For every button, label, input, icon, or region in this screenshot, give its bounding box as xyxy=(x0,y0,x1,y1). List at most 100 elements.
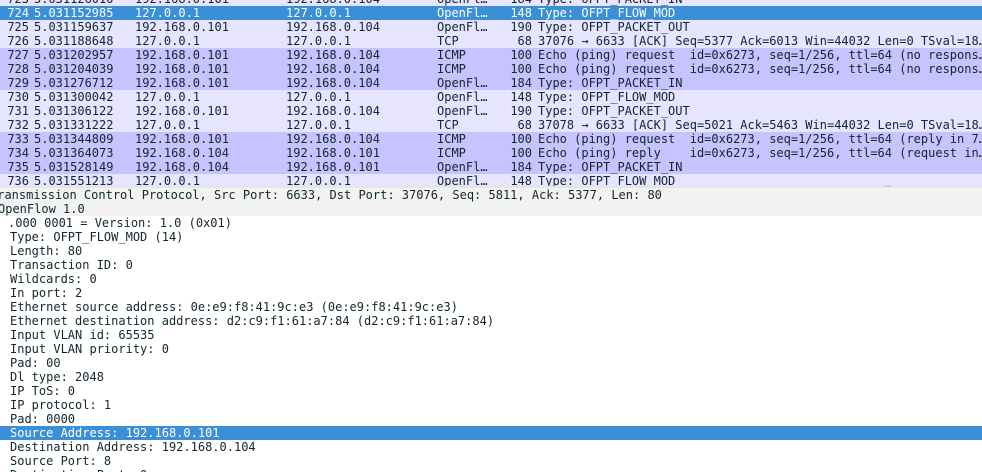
packet-row[interactable]: 728 5.031204039 192.168.0.101 192.168.0.104… xyxy=(0,62,982,76)
packet-row[interactable]: 732 5.031331222 127.0.0.1 127.0.0.1 TCP 68 370… xyxy=(0,118,982,132)
packet-number: 730 xyxy=(7,90,29,104)
packet-protocol: OpenFl… xyxy=(437,6,487,20)
packet-time: 5.031306122 xyxy=(34,104,114,118)
packet-row[interactable]: 731 5.031306122 192.168.0.101 192.168.0.104… xyxy=(0,104,982,118)
packet-protocol: OpenFl… xyxy=(437,174,487,186)
detail-field[interactable]: Ethernet source address: 0e:e9:f8:41:9c:… xyxy=(10,300,980,314)
packet-destination: 192.168.0.104 xyxy=(286,62,380,76)
packet-source: 127.0.0.1 xyxy=(135,6,201,20)
packet-destination: 192.168.0.101 xyxy=(286,146,380,160)
packet-length: 100 xyxy=(510,48,532,62)
packet-length: 148 xyxy=(510,90,532,104)
packet-row[interactable]: 733 5.031344809 192.168.0.101 192.168.0.104… xyxy=(0,132,982,146)
packet-info: Type: OFPT_PACKET_OUT xyxy=(538,20,690,34)
packet-time: 5.031188648 xyxy=(34,34,114,48)
packet-info: Type: OFPT_PACKET_OUT xyxy=(538,104,690,118)
detail-field[interactable]: Length: 80 xyxy=(10,244,980,258)
packet-protocol: OpenFl… xyxy=(437,76,487,90)
detail-field[interactable]: IP ToS: 0 xyxy=(10,384,980,398)
packet-list[interactable]: 7235.031126010192.168.0.101192.168.0.104… xyxy=(0,0,982,186)
packet-row-selected[interactable]: 724 5.031152985 127.0.0.1 127.0.0.1 OpenFl… 1… xyxy=(0,6,982,20)
packet-source: 192.168.0.101 xyxy=(135,104,229,118)
detail-field[interactable]: Ethernet destination address: d2:c9:f1:6… xyxy=(10,314,980,328)
packet-length: 68 xyxy=(517,34,532,48)
detail-field-selected[interactable]: Source Address: 192.168.0.101 xyxy=(0,426,982,440)
detail-field[interactable]: In port: 2 xyxy=(10,286,980,300)
packet-length: 100 xyxy=(510,132,532,146)
packet-destination: 192.168.0.104 xyxy=(286,76,380,90)
packet-number: 727 xyxy=(7,48,29,62)
detail-field[interactable]: Pad: 00 xyxy=(10,356,980,370)
packet-info: Echo (ping) request id=0x6273, seq=1/256… xyxy=(538,48,982,62)
packet-info: Echo (ping) request id=0x6273, seq=1/256… xyxy=(538,62,982,76)
packet-time: 5.031204039 xyxy=(34,62,114,76)
packet-row[interactable]: 730 5.031300042 127.0.0.1 127.0.0.1 OpenFl… 1… xyxy=(0,90,982,104)
packet-destination: 192.168.0.104 xyxy=(286,132,380,146)
packet-info: Type: OFPT_PACKET_IN xyxy=(538,76,683,90)
openflow-header-row[interactable]: OpenFlow 1.0 xyxy=(0,202,982,216)
packet-time: 5.031159637 xyxy=(34,20,114,34)
packet-length: 190 xyxy=(510,20,532,34)
packet-time: 5.031331222 xyxy=(34,118,114,132)
packet-row[interactable]: 726 5.031188648 127.0.0.1 127.0.0.1 TCP 68 370… xyxy=(0,34,982,48)
packet-source: 192.168.0.101 xyxy=(135,62,229,76)
detail-field[interactable]: Input VLAN priority: 0 xyxy=(10,342,980,356)
detail-field[interactable]: Type: OFPT_FLOW_MOD (14) xyxy=(10,230,980,244)
packet-protocol: ICMP xyxy=(437,62,466,76)
detail-field[interactable]: Destination Port: 0 xyxy=(10,468,980,472)
packet-row[interactable]: 725 5.031159637 192.168.0.101 192.168.0.104… xyxy=(0,20,982,34)
packet-destination: 192.168.0.101 xyxy=(286,160,380,174)
packet-number: 736 xyxy=(7,174,29,186)
packet-time: 5.031364073 xyxy=(34,146,114,160)
packet-time: 5.031152985 xyxy=(34,6,114,20)
packet-length: 100 xyxy=(510,146,532,160)
detail-field[interactable]: Source Port: 8 xyxy=(10,454,980,468)
packet-info: Type: OFPT_FLOW_MOD xyxy=(538,90,676,104)
packet-source: 127.0.0.1 xyxy=(135,90,201,104)
detail-field[interactable]: Wildcards: 0 xyxy=(10,272,980,286)
packet-destination: 127.0.0.1 xyxy=(286,118,352,132)
packet-length: 100 xyxy=(510,62,532,76)
packet-info: Echo (ping) reply id=0x6273, seq=1/256, … xyxy=(538,146,982,160)
packet-number: 735 xyxy=(7,160,29,174)
packet-protocol: ICMP xyxy=(437,146,466,160)
detail-field[interactable]: .000 0001 = Version: 1.0 (0x01) xyxy=(8,216,978,230)
packet-number: 726 xyxy=(7,34,29,48)
packet-number: 728 xyxy=(7,62,29,76)
packet-protocol: OpenFl… xyxy=(437,20,487,34)
detail-field[interactable]: Dl type: 2048 xyxy=(10,370,980,384)
packet-number: 732 xyxy=(7,118,29,132)
packet-time: 5.031344809 xyxy=(34,132,114,146)
packet-number: 734 xyxy=(7,146,29,160)
packet-destination: 192.168.0.104 xyxy=(286,20,380,34)
packet-destination: 127.0.0.1 xyxy=(286,174,352,186)
packet-number: 731 xyxy=(7,104,29,118)
packet-protocol: OpenFl… xyxy=(437,160,487,174)
packet-info: 37076 → 6633 [ACK] Seq=5377 Ack=6013 Win… xyxy=(538,34,982,48)
detail-field[interactable]: Destination Address: 192.168.0.104 xyxy=(10,440,980,454)
packet-row[interactable]: 735 5.031528149 192.168.0.104 192.168.0.101… xyxy=(0,160,982,174)
detail-field[interactable]: Pad: 0000 xyxy=(10,412,980,426)
packet-destination: 127.0.0.1 xyxy=(286,90,352,104)
packet-source: 192.168.0.101 xyxy=(135,20,229,34)
packet-time: 5.031551213 xyxy=(34,174,114,186)
packet-row[interactable]: 734 5.031364073 192.168.0.104 192.168.0.101… xyxy=(0,146,982,160)
packet-row[interactable]: 729 5.031276712 192.168.0.101 192.168.0.104… xyxy=(0,76,982,90)
packet-destination: 127.0.0.1 xyxy=(286,6,352,20)
packet-length: 184 xyxy=(510,76,532,90)
packet-info: Type: OFPT_FLOW_MOD xyxy=(538,174,676,186)
detail-field[interactable]: Input VLAN id: 65535 xyxy=(10,328,980,342)
packet-source: 192.168.0.101 xyxy=(135,132,229,146)
packet-source: 192.168.0.104 xyxy=(135,160,229,174)
packet-row[interactable]: 727 5.031202957 192.168.0.101 192.168.0.104… xyxy=(0,48,982,62)
packet-info: 37078 → 6633 [ACK] Seq=5021 Ack=5463 Win… xyxy=(538,118,982,132)
detail-field[interactable]: IP protocol: 1 xyxy=(10,398,980,412)
detail-field[interactable]: Transaction ID: 0 xyxy=(10,258,980,272)
packet-length: 68 xyxy=(517,118,532,132)
packet-time: 5.031300042 xyxy=(34,90,114,104)
packet-details-pane[interactable]: Transmission Control Protocol, Src Port:… xyxy=(0,188,982,472)
packet-row[interactable]: 736 5.031551213 127.0.0.1 127.0.0.1 OpenFl… 1… xyxy=(0,174,982,186)
packet-info: Type: OFPT_FLOW_MOD xyxy=(538,6,676,20)
packet-protocol: TCP xyxy=(437,118,459,132)
tcp-header-row[interactable]: Transmission Control Protocol, Src Port:… xyxy=(0,188,982,202)
